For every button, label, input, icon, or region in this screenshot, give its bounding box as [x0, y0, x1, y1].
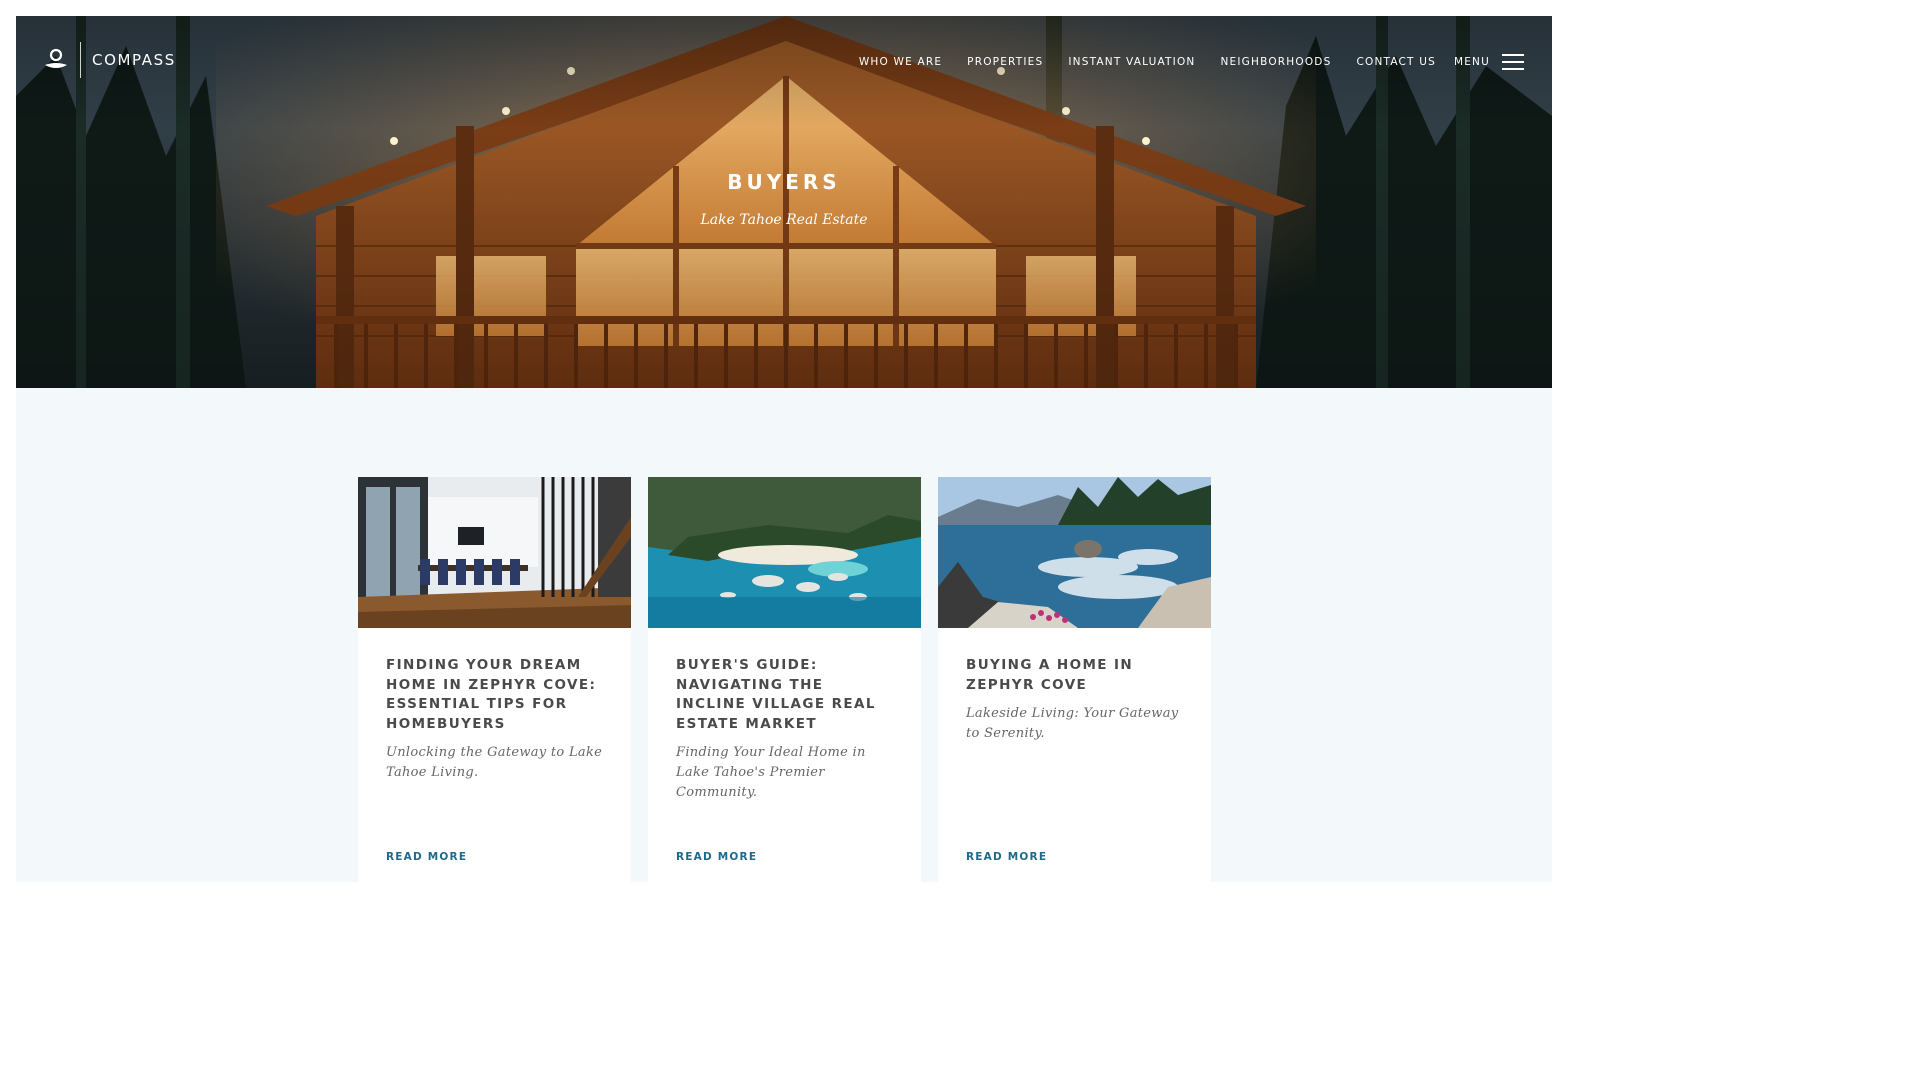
article-card[interactable]: Buyer's Guide: Navigating the Incline Vi…: [648, 477, 921, 882]
card-title[interactable]: Buying a Home in Zephyr Cove: [966, 656, 1183, 695]
page-subtitle: Lake Tahoe Real Estate: [700, 212, 868, 228]
logo-divider: [80, 42, 81, 78]
menu-label[interactable]: MENU: [1454, 56, 1490, 68]
read-more-link[interactable]: READ MORE: [676, 851, 757, 863]
logo-text: COMPASS: [92, 51, 176, 69]
card-title[interactable]: Buyer's Guide: Navigating the Incline Vi…: [676, 656, 893, 734]
article-card[interactable]: Buying a Home in Zephyr Cove Lakeside Li…: [938, 477, 1211, 882]
hero-banner: COMPASS WHO WE ARE PROPERTIES INSTANT VA…: [16, 16, 1552, 388]
nav-neighborhoods[interactable]: NEIGHBORHOODS: [1220, 56, 1331, 68]
article-cards: Finding Your Dream Home in Zephyr Cove: …: [358, 477, 1211, 882]
hero-overlay: [16, 16, 1552, 388]
read-more-link[interactable]: READ MORE: [966, 851, 1047, 863]
card-subtitle: Unlocking the Gateway to Lake Tahoe Livi…: [386, 745, 603, 781]
read-more-link[interactable]: READ MORE: [386, 851, 467, 863]
card-title[interactable]: Finding Your Dream Home in Zephyr Cove: …: [386, 656, 603, 734]
nav-contact-us[interactable]: CONTACT US: [1356, 56, 1435, 68]
dining-room-image[interactable]: [358, 477, 631, 628]
lakeshore-image[interactable]: [938, 477, 1211, 628]
article-card[interactable]: Finding Your Dream Home in Zephyr Cove: …: [358, 477, 631, 882]
card-subtitle: Lakeside Living: Your Gateway to Serenit…: [966, 706, 1179, 742]
main-nav: WHO WE ARE PROPERTIES INSTANT VALUATION …: [834, 54, 1524, 70]
page-title: BUYERS: [727, 170, 841, 194]
lake-cove-image[interactable]: [648, 477, 921, 628]
nav-who-we-are[interactable]: WHO WE ARE: [859, 56, 942, 68]
page-frame: COMPASS WHO WE ARE PROPERTIES INSTANT VA…: [16, 16, 1552, 882]
nav-properties[interactable]: PROPERTIES: [967, 56, 1043, 68]
compass-logo[interactable]: COMPASS: [42, 42, 176, 78]
compass-logo-icon: [42, 46, 70, 74]
nav-instant-valuation[interactable]: INSTANT VALUATION: [1068, 56, 1195, 68]
card-subtitle: Finding Your Ideal Home in Lake Tahoe's …: [676, 745, 866, 801]
hamburger-icon[interactable]: [1502, 54, 1524, 70]
